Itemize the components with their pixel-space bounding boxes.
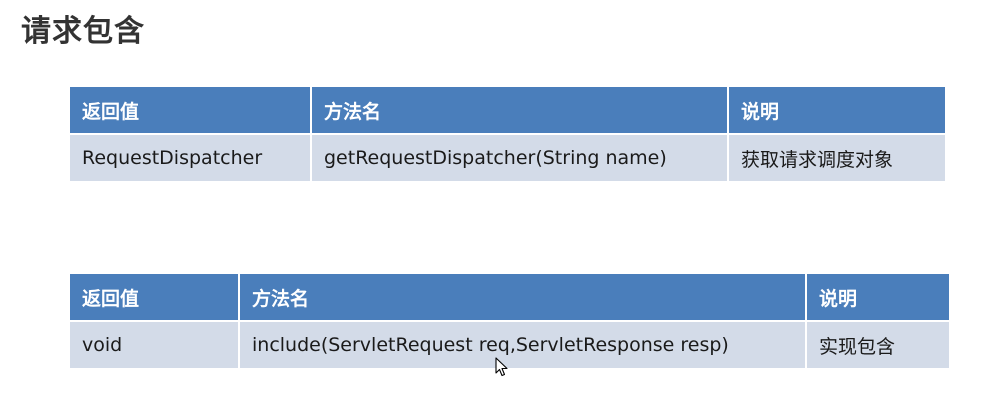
header-method-name: 方法名 — [312, 87, 727, 133]
header-description: 说明 — [807, 274, 949, 320]
mouse-pointer-icon — [495, 357, 508, 377]
cell-description: 获取请求调度对象 — [729, 135, 945, 181]
cell-method-name: include(ServletRequest req,ServletRespon… — [240, 322, 805, 368]
cell-return-value: void — [70, 322, 238, 368]
cell-description: 实现包含 — [807, 322, 949, 368]
cell-return-value: RequestDispatcher — [70, 135, 310, 181]
header-return-value: 返回值 — [70, 87, 310, 133]
header-return-value: 返回值 — [70, 274, 238, 320]
table-row: void include(ServletRequest req,ServletR… — [70, 322, 949, 368]
header-description: 说明 — [729, 87, 945, 133]
cell-method-name: getRequestDispatcher(String name) — [312, 135, 727, 181]
table-header-row: 返回值 方法名 说明 — [70, 274, 949, 320]
table-header-row: 返回值 方法名 说明 — [70, 87, 945, 133]
page-title: 请求包含 — [21, 14, 145, 49]
method-table-get-request-dispatcher: 返回值 方法名 说明 RequestDispatcher getRequestD… — [68, 85, 947, 183]
table-row: RequestDispatcher getRequestDispatcher(S… — [70, 135, 945, 181]
header-method-name: 方法名 — [240, 274, 805, 320]
method-table-include: 返回值 方法名 说明 void include(ServletRequest r… — [68, 272, 951, 370]
